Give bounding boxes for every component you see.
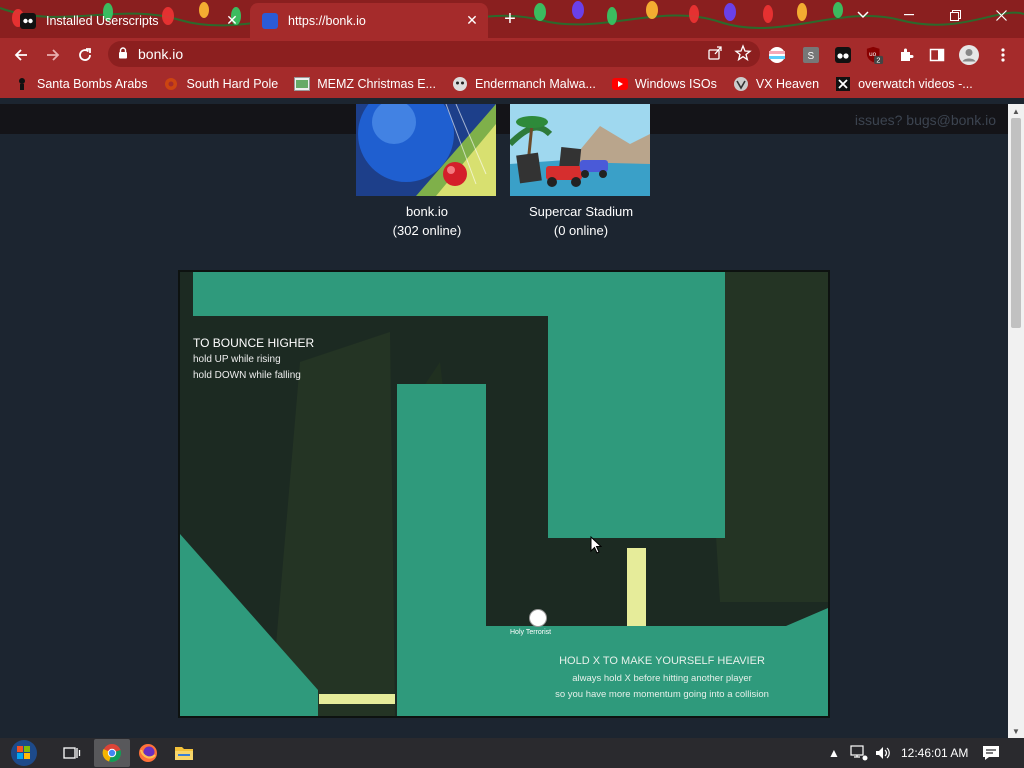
page-scrollbar[interactable]: ▲ ▼ bbox=[1008, 104, 1024, 738]
bookmark-label: overwatch videos -... bbox=[858, 77, 973, 91]
bookmark-windows-isos[interactable]: Windows ISOs bbox=[611, 76, 717, 92]
bookmark-label: Endermanch Malwa... bbox=[474, 77, 596, 91]
stylus-extension-icon[interactable]: S bbox=[802, 46, 820, 64]
bookmark-label: South Hard Pole bbox=[186, 77, 279, 91]
issues-contact-text[interactable]: issues? bugs@bonk.io bbox=[855, 112, 996, 128]
side-panel-icon[interactable] bbox=[928, 46, 946, 64]
bookmark-santa-bombs-arabs[interactable]: Santa Bombs Arabs bbox=[14, 76, 147, 92]
back-button[interactable] bbox=[8, 42, 34, 68]
youtube-icon bbox=[611, 76, 628, 92]
show-hidden-icons-icon[interactable]: ▲ bbox=[828, 738, 840, 768]
volume-icon[interactable] bbox=[874, 738, 892, 768]
address-bar[interactable]: bonk.io bbox=[108, 41, 760, 67]
close-tab-icon[interactable]: ✕ bbox=[222, 11, 242, 31]
svg-text:2: 2 bbox=[876, 56, 880, 65]
site-header: issues? bugs@bonk.io bbox=[0, 104, 1008, 134]
bounce-hint-title: TO BOUNCE HIGHER bbox=[193, 336, 315, 350]
tab-installed-userscripts[interactable]: Installed Userscripts ✕ bbox=[8, 3, 248, 38]
bookmark-memz-christmas[interactable]: MEMZ Christmas E... bbox=[294, 76, 436, 92]
windows-taskbar: ▲ 12:46:01 AM bbox=[0, 738, 1024, 768]
bookmark-label: MEMZ Christmas E... bbox=[317, 77, 436, 91]
tampermonkey-extension-icon[interactable] bbox=[834, 46, 852, 64]
heavier-hint-line2: so you have more momentum going into a c… bbox=[555, 689, 769, 700]
start-button[interactable] bbox=[4, 739, 44, 767]
file-explorer-taskbar-icon[interactable] bbox=[166, 739, 202, 767]
share-icon[interactable] bbox=[706, 44, 724, 65]
browser-toolbar: bonk.io S uo 2 bbox=[0, 38, 1024, 70]
tab-search-icon[interactable] bbox=[840, 0, 886, 30]
task-view-icon[interactable] bbox=[54, 739, 90, 767]
game-canvas[interactable]: TO BOUNCE HIGHER hold UP while rising ho… bbox=[178, 270, 830, 718]
supercar-stadium-thumbnail[interactable] bbox=[510, 104, 650, 196]
game-online-count: (302 online) bbox=[392, 223, 462, 238]
close-window-button[interactable] bbox=[978, 0, 1024, 30]
bookmark-icon bbox=[163, 76, 179, 92]
x-icon bbox=[835, 76, 851, 92]
bookmark-south-hard-pole[interactable]: South Hard Pole bbox=[163, 76, 278, 92]
mouse-cursor-icon bbox=[590, 536, 602, 554]
url-text: bonk.io bbox=[138, 46, 184, 62]
game-card-supercar-stadium[interactable]: Supercar Stadium (0 online) bbox=[510, 104, 652, 238]
bookmark-icon bbox=[733, 76, 749, 92]
bounce-hint-line1: hold UP while rising bbox=[193, 354, 281, 365]
bookmark-endermanch-malware[interactable]: Endermanch Malwa... bbox=[452, 76, 596, 92]
bookmark-label: VX Heaven bbox=[755, 77, 820, 91]
system-clock[interactable]: 12:46:01 AM bbox=[901, 738, 968, 768]
reload-button[interactable] bbox=[72, 42, 98, 68]
game-name: Supercar Stadium bbox=[528, 204, 634, 219]
bookmarks-bar: Santa Bombs Arabs South Hard Pole MEMZ C… bbox=[0, 70, 1024, 98]
minimize-button[interactable] bbox=[886, 0, 932, 30]
player-name-label: Holy Terrorist bbox=[510, 629, 552, 636]
tab-title: Installed Userscripts bbox=[46, 13, 159, 28]
game-online-count: (0 online) bbox=[553, 223, 609, 238]
svg-text:S: S bbox=[808, 51, 815, 62]
firefox-taskbar-icon[interactable] bbox=[130, 739, 166, 767]
bonk-thumbnail[interactable] bbox=[356, 104, 496, 196]
menu-kebab-icon[interactable] bbox=[994, 46, 1012, 64]
bonk-page: issues? bugs@bonk.io bonk.io (302 online… bbox=[0, 104, 1008, 738]
bounce-hint-line2: hold DOWN while falling bbox=[193, 370, 301, 381]
bookmark-vx-heaven[interactable]: VX Heaven bbox=[733, 76, 819, 92]
heavier-hint-line1: always hold X before hitting another pla… bbox=[572, 673, 752, 684]
new-tab-button[interactable]: + bbox=[498, 7, 522, 31]
bookmark-label: Santa Bombs Arabs bbox=[37, 77, 148, 91]
chrome-taskbar-icon[interactable] bbox=[94, 739, 130, 767]
tab-bonk-io[interactable]: https://bonk.io ✕ bbox=[250, 3, 488, 38]
scroll-down-icon[interactable]: ▼ bbox=[1008, 724, 1024, 738]
scroll-up-icon[interactable]: ▲ bbox=[1008, 104, 1024, 118]
profile-avatar-icon[interactable] bbox=[958, 44, 980, 66]
bookmark-star-icon[interactable] bbox=[734, 44, 752, 65]
bookmark-overwatch-videos[interactable]: overwatch videos -... bbox=[835, 76, 973, 92]
browser-title-bar: Installed Userscripts ✕ https://bonk.io … bbox=[0, 0, 1024, 38]
restore-button[interactable] bbox=[932, 0, 978, 30]
tab-title: https://bonk.io bbox=[288, 13, 366, 28]
scrollbar-thumb[interactable] bbox=[1011, 118, 1021, 328]
heavier-hint-title: HOLD X TO MAKE YOURSELF HEAVIER bbox=[559, 655, 765, 667]
flag-extension-icon[interactable] bbox=[768, 46, 786, 64]
notifications-icon[interactable] bbox=[982, 738, 1000, 768]
game-name: bonk.io bbox=[406, 204, 448, 219]
ublock-extension-icon[interactable]: uo 2 bbox=[866, 46, 884, 65]
extensions-puzzle-icon[interactable] bbox=[898, 46, 916, 64]
bookmark-icon bbox=[14, 76, 30, 92]
bookmark-label: Windows ISOs bbox=[634, 77, 717, 91]
bookmark-icon bbox=[294, 76, 311, 92]
bookmark-icon bbox=[452, 76, 468, 92]
lock-icon[interactable] bbox=[118, 46, 128, 62]
tampermonkey-icon bbox=[20, 12, 36, 29]
bonk-favicon-icon bbox=[262, 12, 278, 29]
close-tab-icon[interactable]: ✕ bbox=[462, 11, 482, 31]
game-card-bonk[interactable]: bonk.io (302 online) bbox=[356, 104, 498, 238]
network-icon[interactable] bbox=[850, 738, 868, 768]
forward-button[interactable] bbox=[40, 42, 66, 68]
